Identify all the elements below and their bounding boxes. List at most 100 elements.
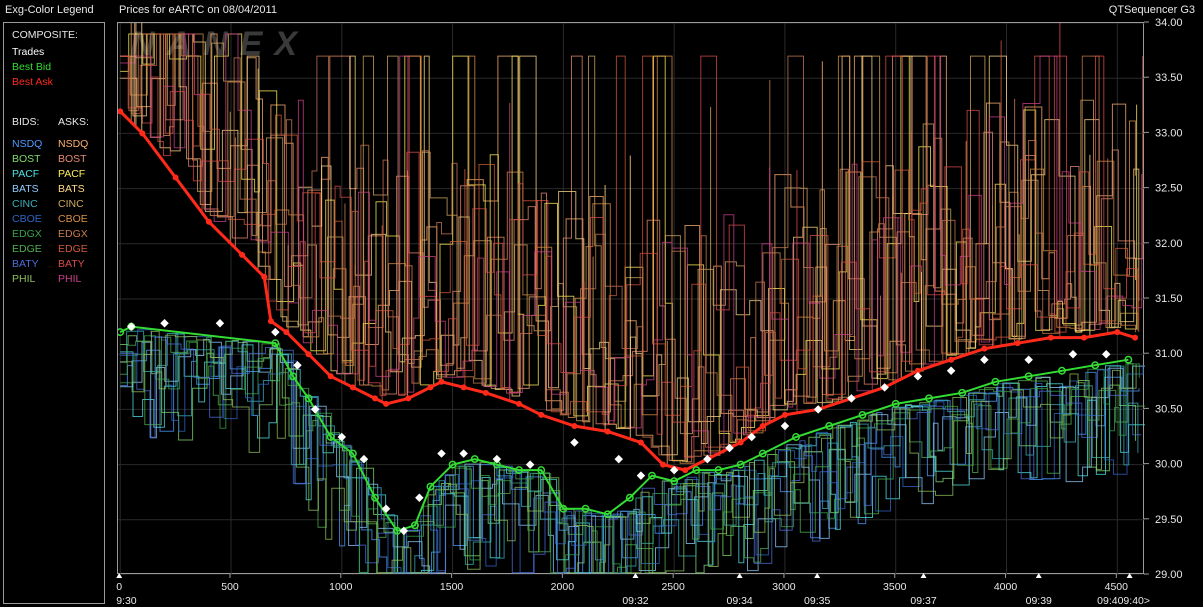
x-tick-label: 4000 — [994, 581, 1018, 593]
trade-point — [459, 449, 468, 458]
y-tick-label: 32.00 — [1155, 238, 1183, 250]
best-ask-point — [538, 411, 545, 418]
best-ask-point — [349, 384, 356, 391]
bid-line-cinc — [120, 330, 1139, 574]
legend-ask-pacf: PACF — [58, 168, 86, 180]
legend-bid-edge: EDGE — [12, 243, 42, 255]
legend-composite-trades: Trades — [12, 46, 45, 58]
best-ask-point — [267, 318, 274, 325]
legend-bid-edgx: EDGX — [12, 228, 42, 240]
bid-line-cboe — [120, 329, 1144, 574]
legend-ask-edge: EDGE — [58, 243, 88, 255]
time-tick-label: 09:37 — [910, 595, 936, 607]
y-tick-label: 31.50 — [1155, 293, 1183, 305]
legend-ask-phil: PHIL — [58, 273, 82, 285]
x-tick-label: 3500 — [883, 581, 907, 593]
best-ask-point — [327, 373, 334, 380]
best-ask-point — [781, 411, 788, 418]
x-tick-label: 1500 — [440, 581, 464, 593]
y-tick-label: 30.50 — [1155, 403, 1183, 415]
legend-bid-cboe: CBOE — [12, 213, 42, 225]
series-best-ask — [119, 110, 1136, 472]
trade-point — [1024, 355, 1033, 364]
x-tick-label: 500 — [221, 581, 239, 593]
best-ask-point — [571, 422, 578, 429]
time-tick-label: 09:39 — [1026, 595, 1052, 607]
trade-point — [1068, 349, 1078, 359]
best-ask-point — [1114, 329, 1121, 336]
best-ask-point — [283, 329, 290, 336]
legend-composite-best-bid: Best Bid — [12, 61, 52, 73]
trade-point — [437, 449, 446, 458]
trade-point — [747, 432, 756, 442]
composite-header: COMPOSITE: — [12, 29, 78, 41]
y-tick-label: 33.00 — [1155, 127, 1183, 139]
best-ask-point — [604, 428, 611, 435]
trade-point — [980, 355, 989, 364]
best-ask-point — [139, 130, 146, 137]
x-axis: 0 500 1000 1500 2000 2500 3000 3500 4000 4500 9:30… — [116, 573, 1150, 607]
trade-point — [160, 319, 169, 328]
trade-point — [127, 322, 136, 331]
x-tick-label: 2000 — [551, 581, 575, 593]
app-name: QTSequencer G3 — [1108, 4, 1195, 16]
x-tick-label: 2500 — [661, 581, 685, 593]
y-tick-label: 29.50 — [1155, 514, 1183, 526]
legend-ask-cinc: CINC — [58, 198, 84, 210]
trade-point — [1101, 349, 1111, 359]
best-ask-point — [305, 351, 312, 358]
best-ask-point — [737, 439, 744, 446]
trade-point — [614, 454, 624, 464]
best-ask-point — [438, 378, 445, 385]
bids-header: BIDS: — [12, 116, 40, 128]
exchange-color-legend: COMPOSITE: Trades Best Bid Best Ask BIDS: … — [3, 22, 105, 604]
best-ask-point — [1132, 334, 1139, 341]
best-ask-point — [372, 395, 379, 402]
best-ask-point — [637, 439, 644, 446]
trade-point — [215, 319, 225, 328]
best-ask-point — [205, 218, 212, 225]
x-tick-label: 4500 — [1105, 581, 1129, 593]
y-tick-label: 30.00 — [1155, 459, 1183, 471]
chart-title: Prices for eARTC on 08/04/2011 — [119, 4, 277, 16]
legend-bid-cinc: CINC — [12, 198, 38, 210]
y-tick-label: 29.00 — [1155, 569, 1183, 581]
time-tick-label: 09:409:40> — [1097, 595, 1150, 607]
trade-point — [636, 471, 646, 480]
legend-ask-bost: BOST — [58, 153, 87, 165]
time-tick-label: 09:35 — [804, 595, 830, 607]
trade-point — [946, 366, 956, 376]
asks-header: ASKS: — [58, 116, 89, 128]
x-tick-label: 3000 — [772, 581, 796, 593]
best-ask-point — [660, 461, 667, 468]
trade-point — [415, 493, 424, 502]
title-bar: Exg-Color Legend Prices for eARTC on 08/… — [0, 0, 1203, 20]
legend-bid-bats: BATS — [12, 183, 39, 195]
exchange-quote-lines — [120, 23, 1145, 574]
time-tick-label: 9:30 — [116, 595, 137, 607]
y-tick-label: 32.50 — [1155, 183, 1183, 195]
best-ask-point — [682, 467, 689, 474]
time-tick-label: 09:34 — [726, 595, 752, 607]
best-ask-point — [1081, 334, 1088, 341]
legend-bid-phil: PHIL — [12, 273, 36, 285]
x-tick-label: 0 — [116, 581, 122, 593]
best-ask-point — [948, 356, 955, 363]
price-chart[interactable]: NANEX — [117, 22, 1145, 575]
legend-ask-bats: BATS — [58, 183, 85, 195]
best-ask-point — [172, 174, 179, 181]
y-tick-label: 33.50 — [1155, 72, 1183, 84]
chart-grid — [118, 23, 1145, 575]
price-chart-svg: NANEX — [118, 23, 1145, 575]
trade-point — [271, 327, 280, 337]
x-tick-label: 1000 — [329, 581, 353, 593]
best-ask-point — [405, 395, 412, 402]
best-ask-point — [239, 251, 246, 258]
best-ask-point — [1047, 334, 1054, 341]
best-ask-point — [1014, 340, 1021, 347]
legend-composite-best-ask: Best Ask — [12, 76, 53, 88]
trade-point — [570, 438, 579, 447]
y-axis: 29.00 29.50 30.00 30.50 31.00 31.50 32.00 32.50… — [1144, 17, 1183, 581]
best-ask-point — [427, 384, 434, 391]
trade-point — [381, 504, 391, 514]
